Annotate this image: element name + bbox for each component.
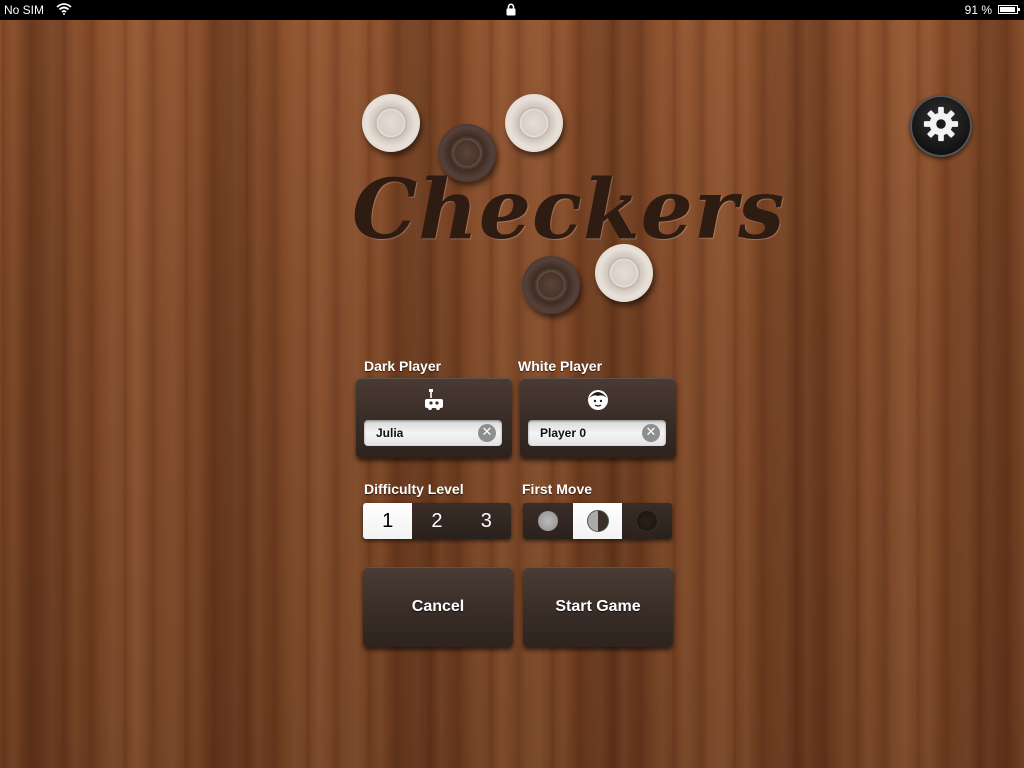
difficulty-label: Difficulty Level bbox=[364, 481, 464, 497]
first-move-light-option[interactable] bbox=[523, 503, 573, 539]
settings-button[interactable] bbox=[910, 95, 972, 157]
light-piece-icon bbox=[537, 511, 558, 531]
half-piece-icon bbox=[586, 510, 609, 532]
white-player-card[interactable]: Player 0 ✕ bbox=[520, 378, 676, 458]
lock-icon bbox=[505, 3, 517, 19]
first-move-label: First Move bbox=[522, 481, 593, 497]
light-checker-decoration bbox=[362, 94, 420, 152]
dark-player-name-field[interactable]: Julia ✕ bbox=[364, 420, 502, 446]
white-player-label: White Player bbox=[518, 358, 603, 374]
difficulty-option-2[interactable]: 2 bbox=[412, 503, 461, 539]
dark-player-name: Julia bbox=[376, 426, 404, 440]
first-move-selector[interactable] bbox=[523, 503, 672, 539]
battery-icon bbox=[998, 5, 1020, 14]
status-bar: No SIM 91 % bbox=[0, 0, 1024, 20]
first-move-dark-option[interactable] bbox=[622, 503, 672, 539]
dark-player-card[interactable]: Julia ✕ bbox=[356, 378, 512, 458]
battery-percent: 91 % bbox=[964, 3, 992, 17]
wifi-icon bbox=[56, 3, 72, 18]
person-icon[interactable] bbox=[586, 388, 610, 412]
gear-icon bbox=[922, 105, 960, 147]
game-title: Checkers bbox=[352, 162, 786, 258]
dark-piece-icon bbox=[637, 511, 658, 531]
white-player-name: Player 0 bbox=[540, 426, 587, 440]
clear-icon[interactable]: ✕ bbox=[478, 424, 496, 442]
difficulty-option-3[interactable]: 3 bbox=[462, 503, 511, 539]
carrier-label: No SIM bbox=[4, 3, 45, 17]
dark-checker-decoration bbox=[522, 256, 580, 314]
robot-icon[interactable] bbox=[422, 388, 446, 412]
cancel-button[interactable]: Cancel bbox=[363, 567, 513, 647]
clear-icon[interactable]: ✕ bbox=[642, 424, 660, 442]
difficulty-option-1[interactable]: 1 bbox=[363, 503, 413, 539]
light-checker-decoration bbox=[505, 94, 563, 152]
difficulty-selector[interactable]: 1 2 3 bbox=[363, 503, 511, 539]
first-move-random-option[interactable] bbox=[572, 503, 623, 539]
dark-player-label: Dark Player bbox=[364, 358, 442, 374]
start-game-button[interactable]: Start Game bbox=[523, 567, 673, 647]
white-player-name-field[interactable]: Player 0 ✕ bbox=[528, 420, 666, 446]
